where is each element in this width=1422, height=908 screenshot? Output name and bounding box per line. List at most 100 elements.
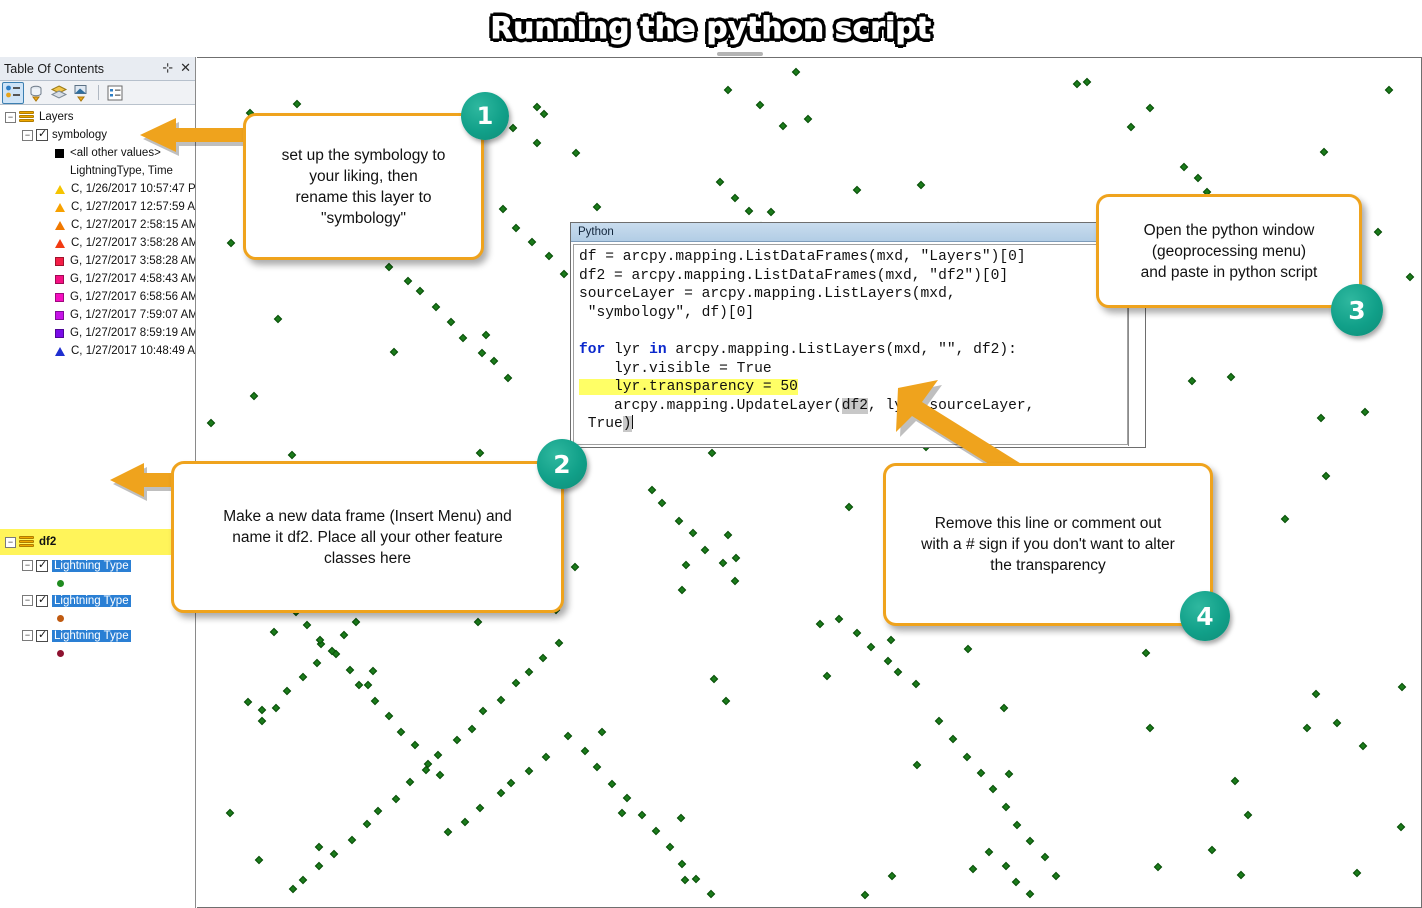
expander-icon[interactable]: −	[22, 595, 33, 606]
map-point	[911, 679, 921, 689]
legend-class-item: G, 1/27/2017 3:58:28 AM	[0, 252, 195, 270]
map-point	[397, 727, 406, 737]
expander-icon[interactable]: −	[22, 129, 33, 141]
legend-symbol-square	[55, 148, 64, 158]
expander-icon[interactable]: −	[5, 111, 16, 123]
map-point	[315, 842, 324, 852]
map-point	[963, 644, 973, 653]
map-point	[723, 530, 732, 540]
map-point	[431, 302, 441, 311]
toc-layer-lightning-type[interactable]: − Lightning Type	[0, 590, 195, 611]
map-point	[1373, 227, 1382, 237]
legend-symbol-square	[55, 328, 64, 338]
map-point	[539, 653, 548, 663]
layer-visibility-checkbox[interactable]	[36, 593, 48, 607]
map-point	[373, 806, 383, 816]
code-line[interactable]	[579, 322, 1125, 341]
map-point	[226, 238, 235, 248]
layer-visibility-checkbox[interactable]	[36, 628, 48, 642]
map-point	[339, 630, 349, 639]
legend-symbol-square	[55, 274, 64, 284]
legend-class-item: G, 1/27/2017 6:58:56 AM	[0, 288, 195, 306]
toc-layer-lightning-type[interactable]: − Lightning Type	[0, 555, 195, 576]
map-point	[676, 814, 685, 823]
map-point	[572, 148, 581, 157]
map-point	[593, 762, 602, 772]
horizontal-scrollbar[interactable]	[197, 50, 1422, 57]
map-point	[597, 727, 606, 737]
map-point	[287, 450, 296, 459]
expander-icon[interactable]: −	[5, 536, 16, 548]
map-point	[1316, 413, 1325, 423]
callout-1-text: set up the symbology to your liking, the…	[281, 146, 446, 227]
legend-class-item: C, 1/27/2017 2:58:15 AM	[0, 216, 195, 234]
map-point	[405, 777, 415, 787]
map-point	[816, 619, 825, 629]
legend-class-label: G, 1/27/2017 7:59:07 AM	[70, 309, 195, 321]
map-point	[638, 811, 647, 820]
legend-class-label: C, 1/27/2017 12:57:59 A	[71, 201, 195, 213]
dataframe-icon	[19, 111, 35, 123]
map-point	[767, 207, 776, 216]
code-line[interactable]: for lyr in arcpy.mapping.ListLayers(mxd,…	[579, 341, 1125, 360]
code-line[interactable]: df = arcpy.mapping.ListDataFrames(mxd, "…	[579, 248, 1125, 267]
map-point	[778, 122, 788, 131]
map-point	[592, 203, 602, 212]
map-point	[478, 706, 488, 715]
map-point	[977, 768, 986, 777]
close-icon[interactable]: ✕	[180, 59, 191, 77]
list-by-source-icon[interactable]	[26, 83, 46, 103]
code-line[interactable]: sourceLayer = arcpy.mapping.ListLayers(m…	[579, 285, 1125, 304]
legend-symbol-triangle	[55, 220, 65, 230]
map-point	[916, 180, 926, 189]
pin-icon[interactable]: ⊹	[162, 59, 173, 77]
map-point	[622, 794, 632, 803]
map-point	[1231, 777, 1240, 786]
layer-visibility-checkbox[interactable]	[36, 558, 48, 572]
map-point	[507, 779, 516, 788]
map-point	[481, 331, 490, 340]
toc-group-df2-label: df2	[39, 536, 57, 548]
toc-layer-label: Lightning Type	[52, 594, 131, 607]
options-icon[interactable]	[105, 83, 125, 103]
map-point	[822, 671, 831, 680]
layer-visibility-checkbox[interactable]	[36, 127, 48, 141]
map-point	[292, 99, 301, 109]
map-point	[617, 808, 627, 818]
map-point	[570, 562, 580, 572]
expander-icon[interactable]: −	[22, 630, 33, 641]
map-point	[503, 373, 512, 382]
map-point	[362, 819, 372, 829]
legend-class-item: G, 1/27/2017 8:59:19 AM	[0, 324, 195, 342]
legend-symbol-row	[0, 611, 195, 625]
list-by-visibility-icon[interactable]	[49, 83, 69, 103]
legend-symbol-square	[55, 310, 64, 320]
legend-symbol-triangle	[55, 202, 65, 212]
map-point	[730, 193, 740, 203]
map-point	[657, 498, 667, 508]
toc-group-df2[interactable]: − df2	[0, 533, 195, 551]
map-point	[347, 835, 357, 845]
map-point	[554, 639, 564, 648]
code-line[interactable]: df2 = arcpy.mapping.ListDataFrames(mxd, …	[579, 267, 1125, 286]
map-point	[302, 620, 311, 629]
map-point	[459, 333, 468, 342]
map-point	[403, 277, 413, 286]
map-point	[1179, 162, 1189, 172]
map-point	[607, 779, 617, 789]
toc-layer-lightning-type[interactable]: − Lightning Type	[0, 625, 195, 646]
callout-4-badge: 4	[1180, 591, 1230, 641]
expander-icon[interactable]: −	[22, 560, 33, 571]
map-point	[1153, 862, 1162, 872]
map-point	[511, 223, 521, 232]
map-point	[999, 704, 1009, 713]
map-point	[489, 357, 499, 366]
list-by-drawing-order-icon[interactable]	[2, 81, 24, 104]
code-line[interactable]: "symbology", df)[0]	[579, 304, 1125, 323]
list-by-selection-icon[interactable]	[72, 83, 92, 103]
map-point	[541, 752, 551, 761]
map-point	[447, 318, 456, 327]
legend-class-item: C, 1/27/2017 12:57:59 A	[0, 198, 195, 216]
map-point	[1012, 878, 1021, 887]
legend-class-item: G, 1/27/2017 4:58:43 AM	[0, 270, 195, 288]
